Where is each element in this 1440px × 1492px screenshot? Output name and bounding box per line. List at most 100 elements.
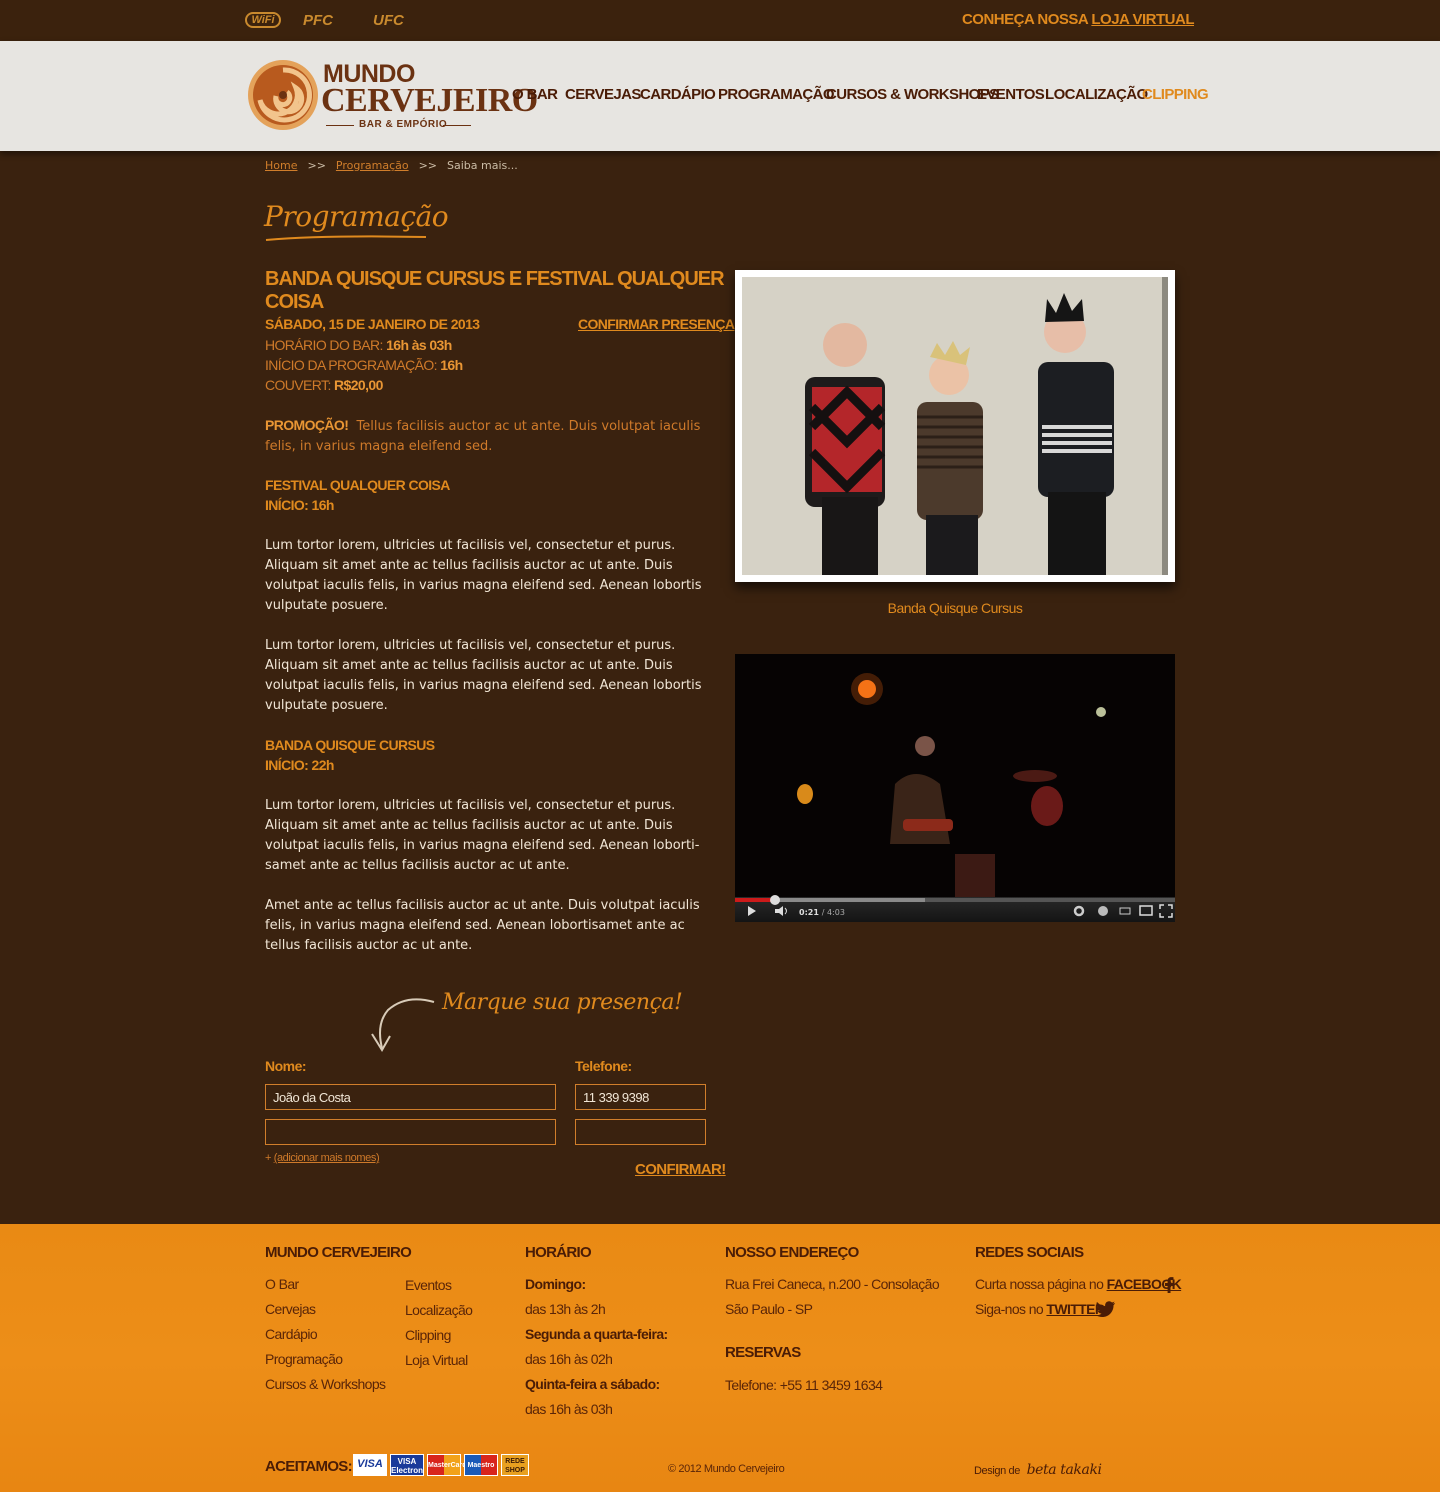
- play-icon[interactable]: [747, 906, 757, 916]
- footer-link-cardapio[interactable]: Cardápio: [265, 1326, 318, 1342]
- bar-hours-label: HORÁRIO DO BAR:: [265, 337, 383, 353]
- footer-link-o-bar[interactable]: O Bar: [265, 1276, 299, 1292]
- settings-gear-icon[interactable]: [1073, 905, 1085, 917]
- phone-input-extra[interactable]: [575, 1119, 706, 1145]
- breadcrumb-home[interactable]: Home: [265, 159, 297, 172]
- annotations-icon[interactable]: [1097, 905, 1109, 917]
- video-time: 0:21 / 4:03: [799, 908, 845, 917]
- couvert-value: R$20,00: [334, 377, 383, 393]
- add-names: + (adicionar mais nomes): [265, 1152, 380, 1164]
- nav-item-programacao[interactable]: PROGRAMAÇÃO: [718, 86, 835, 103]
- band-name: BANDA QUISQUE CURSUS: [265, 737, 435, 753]
- store-link[interactable]: LOJA VIRTUAL: [1091, 11, 1194, 28]
- volume-icon[interactable]: [775, 906, 791, 916]
- couvert: COUVERT: R$20,00: [265, 375, 463, 395]
- couvert-label: COUVERT:: [265, 377, 331, 393]
- small-player-icon[interactable]: [1119, 905, 1131, 917]
- site-logo[interactable]: MUNDO CERVEJEIRO BAR & EMPÓRIO: [246, 58, 538, 134]
- presence-title: Marque sua presença!: [442, 990, 683, 1015]
- design-credit: Design de beta takaki: [974, 1462, 1102, 1478]
- breadcrumb-current: Saiba mais...: [447, 159, 518, 172]
- festival-name: FESTIVAL QUALQUER COISA: [265, 477, 450, 493]
- nav-item-localizacao[interactable]: LOCALIZAÇÃO: [1045, 86, 1148, 103]
- name-input-extra[interactable]: [265, 1119, 556, 1145]
- logo-rule-right: [443, 125, 471, 126]
- large-player-icon[interactable]: [1139, 904, 1153, 918]
- nav-item-cursos-workshops[interactable]: CURSOS & WORKSHOPS: [826, 86, 999, 103]
- breadcrumb-separator: >>: [307, 159, 326, 172]
- copyright: © 2012 Mundo Cervejeiro: [668, 1463, 785, 1475]
- video-time-current: 0:21: [799, 908, 819, 917]
- band-photo-image: [742, 277, 1168, 575]
- logo-text-cervejeiro: CERVEJEIRO: [321, 82, 538, 119]
- body-paragraph: Amet ante ac tellus facilisis auctor ac …: [265, 898, 700, 953]
- logo-rule-left: [326, 125, 354, 126]
- logo-text-bar-emporio: BAR & EMPÓRIO: [359, 119, 448, 130]
- body-paragraph: Lum tortor lorem, ultricies ut facilisis…: [265, 798, 700, 873]
- title-underline: [265, 235, 427, 241]
- hours-time: das 16h às 02h: [525, 1351, 613, 1367]
- hours-time: das 13h às 2h: [525, 1301, 606, 1317]
- video-scrubber-handle[interactable]: [769, 895, 780, 905]
- footer-link-clipping[interactable]: Clipping: [405, 1327, 451, 1343]
- hours-day: Domingo:: [525, 1276, 586, 1292]
- nav-item-cervejas[interactable]: CERVEJAS: [565, 86, 641, 103]
- twitter-bird-icon[interactable]: [1096, 1301, 1116, 1317]
- footer-link-programacao[interactable]: Programação: [265, 1351, 343, 1367]
- phone-input[interactable]: [575, 1084, 706, 1110]
- store-promo-prefix: CONHEÇA NOSSA: [961, 11, 1088, 28]
- breadcrumb-programacao[interactable]: Programação: [336, 159, 409, 172]
- add-names-link[interactable]: (adicionar mais nomes): [274, 1152, 380, 1164]
- event-title: BANDA QUISQUE CURSUS E FESTIVAL QUALQUER…: [265, 268, 725, 313]
- address-line: São Paulo - SP: [725, 1301, 813, 1317]
- page-title: Programação: [264, 200, 449, 233]
- event-info: HORÁRIO DO BAR: 16h às 03h INÍCIO DA PRO…: [265, 335, 463, 395]
- footer-heading-horario: HORÁRIO: [525, 1244, 592, 1261]
- footer-heading-mundo: MUNDO CERVEJEIRO: [265, 1244, 412, 1261]
- photo-caption: Banda Quisque Cursus: [887, 600, 1023, 616]
- footer-link-eventos[interactable]: Eventos: [405, 1277, 452, 1293]
- store-promo: CONHEÇA NOSSA LOJA VIRTUAL: [961, 11, 1195, 28]
- program-start-label: INÍCIO DA PROGRAMAÇÃO:: [265, 357, 438, 373]
- designer-name[interactable]: beta takaki: [1027, 1462, 1102, 1478]
- footer-link-cursos-workshops[interactable]: Cursos & Workshops: [265, 1376, 386, 1392]
- confirm-presence-link[interactable]: CONFIRMAR PRESENÇA: [578, 316, 735, 332]
- event-date: SÁBADO, 15 DE JANEIRO DE 2013: [265, 316, 480, 332]
- video-time-total: / 4:03: [821, 908, 845, 917]
- add-names-plus: +: [265, 1152, 272, 1164]
- footer-link-localizacao[interactable]: Localização: [405, 1302, 473, 1318]
- hours-day: Segunda a quarta-feira:: [525, 1326, 668, 1342]
- footer-link-loja-virtual[interactable]: Loja Virtual: [405, 1352, 468, 1368]
- nav-item-clipping[interactable]: CLIPPING: [1142, 86, 1209, 103]
- maestro-card-icon: Maestro: [464, 1454, 498, 1476]
- confirm-button[interactable]: CONFIRMAR!: [635, 1161, 726, 1178]
- body-paragraph: Lum tortor lorem, ultricies ut facilisis…: [265, 638, 702, 713]
- reservation-phone: Telefone: +55 11 3459 1634: [725, 1377, 883, 1393]
- accepted-cards-label: ACEITAMOS:: [265, 1458, 353, 1475]
- video-player[interactable]: 0:21 / 4:03: [735, 654, 1175, 922]
- hours-day: Quinta-feira a sábado:: [525, 1376, 660, 1392]
- footer-heading-reservas: RESERVAS: [725, 1344, 801, 1361]
- fullscreen-icon[interactable]: [1159, 904, 1173, 918]
- nav-item-o-bar[interactable]: O BAR: [512, 86, 558, 103]
- facebook-icon[interactable]: [1164, 1277, 1174, 1293]
- footer-link-cervejas[interactable]: Cervejas: [265, 1301, 316, 1317]
- twitter-prefix: Siga-nos no: [975, 1301, 1044, 1317]
- breadcrumb: Home >> Programação >> Saiba mais...: [265, 159, 518, 172]
- band-start: INÍCIO: 22h: [265, 757, 334, 773]
- logo-swirl-icon: [248, 60, 318, 130]
- nav-item-cardapio[interactable]: CARDÁPIO: [640, 86, 716, 103]
- program-start: INÍCIO DA PROGRAMAÇÃO: 16h: [265, 355, 463, 375]
- facebook-line: Curta nossa página no FACEBOOK: [975, 1276, 1182, 1292]
- promo-label: PROMOÇÃO!: [265, 417, 349, 433]
- visa-electron-card-icon: VISA Electron: [390, 1454, 424, 1476]
- bar-hours-value: 16h às 03h: [386, 337, 452, 353]
- video-progress-fill: [735, 898, 775, 902]
- bar-hours: HORÁRIO DO BAR: 16h às 03h: [265, 335, 463, 355]
- video-progress-bar[interactable]: [735, 895, 1175, 905]
- name-input[interactable]: [265, 1084, 556, 1110]
- nav-item-eventos[interactable]: EVENTOS: [977, 86, 1045, 103]
- ufc-logo-icon: UFC: [373, 12, 404, 29]
- festival-heading: FESTIVAL QUALQUER COISA INÍCIO: 16h: [265, 475, 450, 515]
- band-illustration: [742, 277, 1168, 575]
